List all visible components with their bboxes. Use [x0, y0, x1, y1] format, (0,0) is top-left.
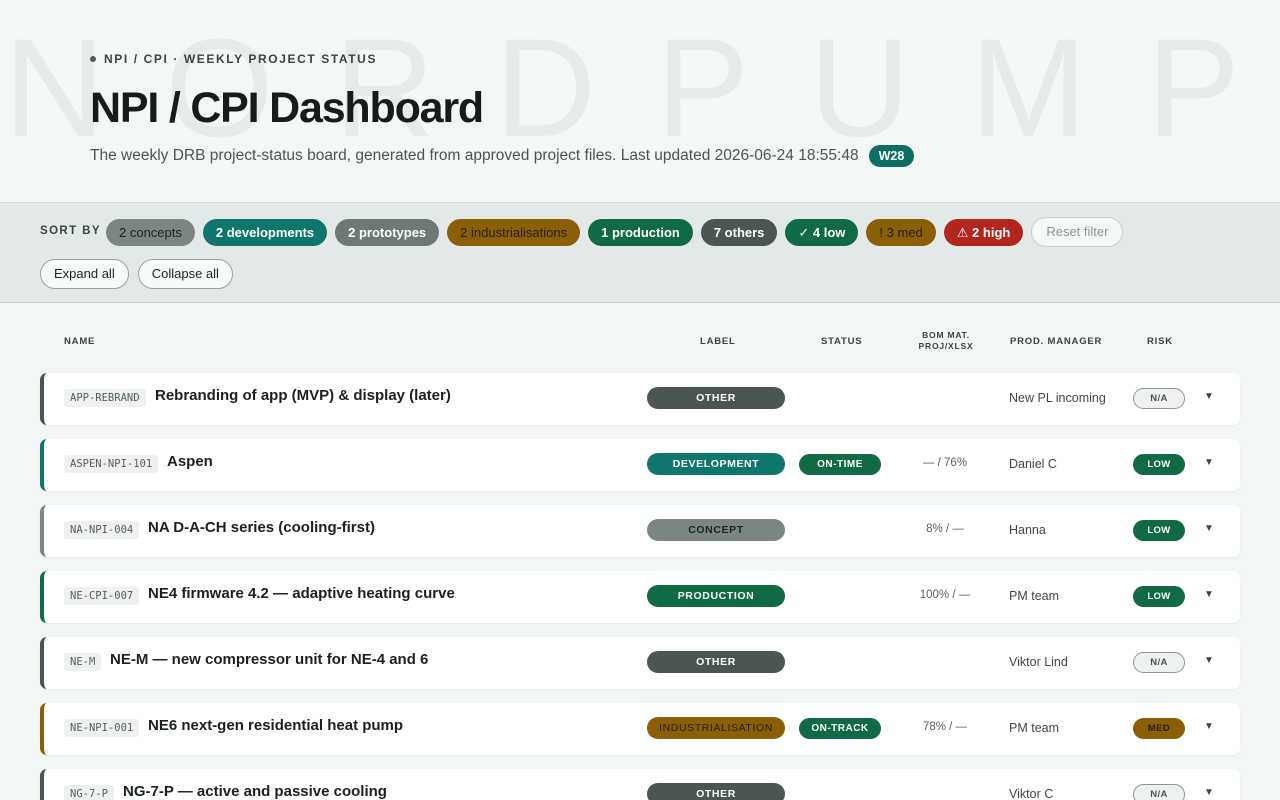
product-manager: Viktor C — [1009, 787, 1054, 800]
label-badge: DEVELOPMENT — [647, 453, 785, 475]
label-badge: PRODUCTION — [647, 585, 785, 607]
watermark-letter: U — [809, 9, 911, 166]
table-header: NAME LABEL STATUS BOM MAT. PROJ/XLSX PRO… — [0, 330, 1280, 358]
bullet-dot-icon — [90, 56, 96, 62]
project-row[interactable]: NG-7-P NG-7-P — active and passive coolin… — [40, 769, 1240, 800]
chevron-down-icon[interactable]: ▼ — [1204, 523, 1214, 534]
header-section: NORDPUMP NPI / CPI · WEEKLY PROJECT STAT… — [0, 0, 1280, 202]
risk-badge: LOW — [1133, 586, 1185, 607]
project-code: NE-CPI-007 — [64, 587, 140, 605]
watermark-letter: P — [1146, 9, 1240, 166]
eyebrow-text: NPI / CPI · WEEKLY PROJECT STATUS — [104, 52, 378, 66]
product-manager: PM team — [1009, 721, 1060, 735]
column-header-bom[interactable]: BOM MAT. PROJ/XLSX — [913, 330, 979, 352]
product-manager: Hanna — [1009, 523, 1046, 537]
chevron-down-icon[interactable]: ▼ — [1204, 721, 1214, 732]
filter-chip-proto[interactable]: 2 prototypes — [335, 218, 440, 246]
label-badge: CONCEPT — [647, 519, 785, 541]
project-name: NG-7-P — active and passive cooling — [123, 783, 387, 800]
subtitle-text: The weekly DRB project-status board, gen… — [90, 147, 859, 164]
column-header-bom-line2: PROJ/XLSX — [918, 341, 974, 351]
risk-badge: N/A — [1133, 784, 1185, 800]
project-row[interactable]: NA-NPI-004 NA D-A-CH series (cooling-firs… — [40, 505, 1240, 557]
project-row[interactable]: NE-NPI-001 NE6 next-gen residential heat … — [40, 703, 1240, 755]
filter-chip-dev[interactable]: 2 developments — [202, 218, 328, 246]
status-badge: ON-TRACK — [799, 718, 881, 739]
filter-chip-prod[interactable]: 1 production — [588, 218, 693, 246]
filter-chip-indus[interactable]: 2 industrialisations — [447, 218, 581, 246]
project-row[interactable]: ASPEN-NPI-101 Aspen DEVELOPMENT ON-TIME — / … — [40, 439, 1240, 491]
product-manager: PM team — [1009, 589, 1060, 603]
filter-chip-others[interactable]: 7 others — [700, 218, 778, 246]
label-badge: OTHER — [647, 783, 785, 800]
subtitle: The weekly DRB project-status board, gen… — [90, 145, 915, 167]
filter-chip-concept[interactable]: 2 concepts — [106, 218, 195, 246]
project-name: Aspen — [167, 453, 213, 470]
project-code: APP-REBRAND — [64, 389, 146, 407]
product-manager: New PL incoming — [1009, 391, 1106, 405]
label-badge: INDUSTRIALISATION — [647, 717, 785, 739]
filter-chip-low[interactable]: ✓ 4 low — [785, 218, 859, 246]
project-code: NE-NPI-001 — [64, 719, 140, 737]
risk-badge: N/A — [1133, 388, 1185, 409]
bom-progress: 78% / — — [922, 721, 968, 733]
chevron-down-icon[interactable]: ▼ — [1204, 457, 1214, 468]
project-name: NE4 firmware 4.2 — adaptive heating curv… — [148, 585, 455, 602]
bom-progress: — / 76% — [922, 457, 968, 469]
chevron-down-icon[interactable]: ▼ — [1204, 589, 1214, 600]
risk-badge: LOW — [1133, 454, 1185, 475]
reset-filter-button[interactable]: Reset filter — [1031, 217, 1124, 247]
page-title: NPI / CPI Dashboard — [90, 84, 484, 132]
project-code: NG-7-P — [64, 785, 114, 800]
project-code: NE-M — [64, 653, 102, 671]
project-row[interactable]: APP-REBRAND Rebranding of app (MVP) & dis… — [40, 373, 1240, 425]
project-row[interactable]: NE-M NE-M — new compressor unit for NE-4 … — [40, 637, 1240, 689]
chevron-down-icon[interactable]: ▼ — [1204, 391, 1214, 402]
risk-badge: MED — [1133, 718, 1185, 739]
project-code: ASPEN-NPI-101 — [64, 455, 159, 473]
filter-bar: SORT BY 2 concepts 2 developments 2 protot… — [0, 202, 1280, 303]
sort-label: SORT BY — [40, 225, 101, 237]
project-row[interactable]: NE-CPI-007 NE4 firmware 4.2 — adaptive he… — [40, 571, 1240, 623]
collapse-all-button[interactable]: Collapse all — [137, 259, 233, 289]
chevron-down-icon[interactable]: ▼ — [1204, 787, 1214, 798]
project-name: NE6 next-gen residential heat pump — [148, 717, 404, 734]
column-header-name[interactable]: NAME — [64, 336, 95, 347]
column-header-label[interactable]: LABEL — [700, 336, 736, 347]
product-manager: Daniel C — [1009, 457, 1057, 471]
project-name: Rebranding of app (MVP) & display (later… — [155, 387, 451, 404]
filter-chips: 2 concepts 2 developments 2 prototypes 2 in… — [106, 217, 1124, 247]
risk-badge: N/A — [1133, 652, 1185, 673]
label-badge: OTHER — [647, 651, 785, 673]
status-badge: ON-TIME — [799, 454, 881, 475]
week-badge: W28 — [868, 145, 915, 167]
label-badge: OTHER — [647, 387, 785, 409]
column-header-risk[interactable]: RISK — [1147, 336, 1173, 347]
expand-collapse-controls: Expand all Collapse all — [40, 259, 233, 289]
project-code: NA-NPI-004 — [64, 521, 140, 539]
project-name: NE-M — new compressor unit for NE-4 and … — [110, 651, 429, 668]
watermark-letter: M — [970, 9, 1087, 166]
risk-badge: LOW — [1133, 520, 1185, 541]
watermark-letter: P — [655, 9, 750, 166]
eyebrow: NPI / CPI · WEEKLY PROJECT STATUS — [90, 52, 377, 66]
column-header-pm[interactable]: PROD. MANAGER — [1010, 336, 1102, 347]
filter-chip-med[interactable]: ! 3 med — [866, 218, 936, 246]
bom-progress: 100% / — — [919, 589, 971, 601]
column-header-status[interactable]: STATUS — [821, 336, 862, 347]
project-name: NA D-A-CH series (cooling-first) — [148, 519, 375, 536]
product-manager: Viktor Lind — [1009, 655, 1068, 669]
chevron-down-icon[interactable]: ▼ — [1204, 655, 1214, 666]
column-header-bom-line1: BOM MAT. — [922, 330, 970, 340]
watermark-letter: D — [494, 9, 596, 166]
filter-chip-high[interactable]: ⚠ 2 high — [943, 218, 1024, 246]
bom-progress: 8% / — — [926, 523, 964, 535]
expand-all-button[interactable]: Expand all — [40, 259, 129, 289]
